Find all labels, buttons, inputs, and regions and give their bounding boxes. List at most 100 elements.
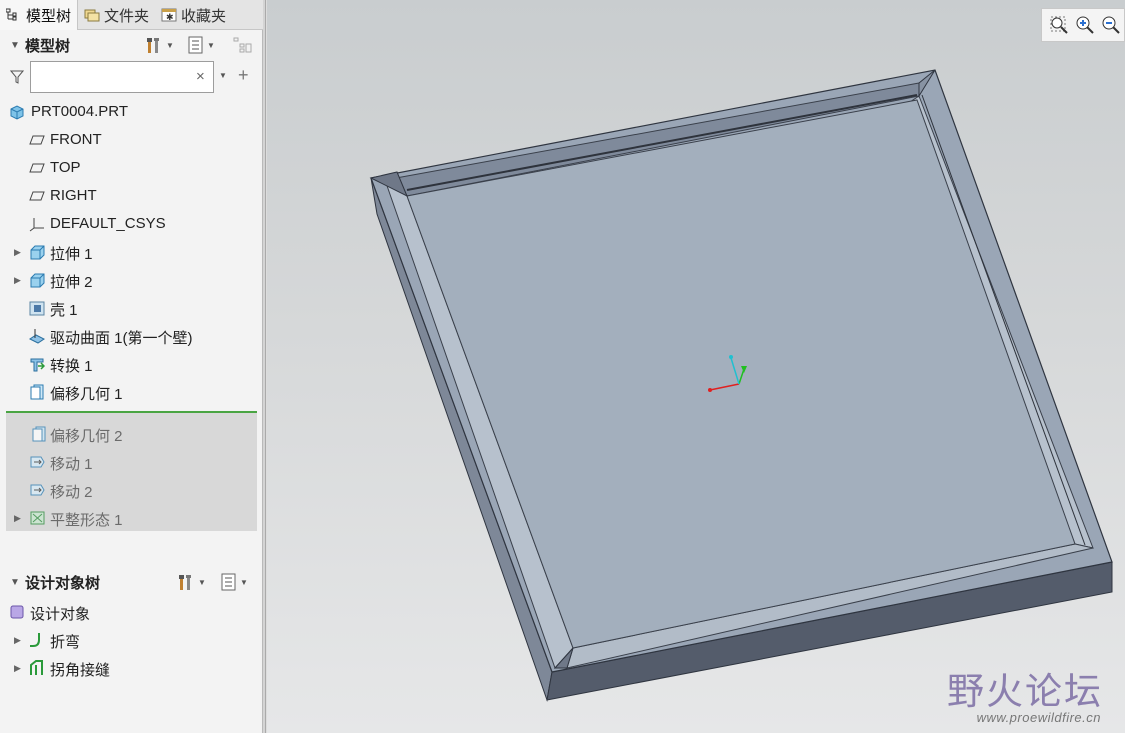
tree-item-label: 移动 1 — [50, 456, 93, 473]
chevron-down-icon[interactable]: ▼ — [219, 71, 227, 80]
corner-seam-icon — [30, 660, 43, 675]
tree-item-move-1[interactable]: 移动 1 — [0, 448, 263, 476]
chevron-down-icon: ▼ — [198, 577, 206, 587]
tree-item-offset-geometry-1[interactable]: 偏移几何 1 — [0, 378, 263, 406]
watermark-url: www.proewildfire.cn — [976, 710, 1101, 725]
model-tree-header: ▼ 模型树 ▼ ▼ — [0, 31, 263, 59]
view-toolbar — [1041, 8, 1125, 42]
forum-watermark: 野火论坛 www.proewildfire.cn — [933, 659, 1103, 725]
tab-favorites[interactable]: ✱ 收藏夹 — [155, 0, 232, 30]
move-icon — [30, 484, 45, 496]
design-tree-settings-button[interactable]: ▼ — [177, 573, 206, 591]
filter-icon[interactable] — [10, 69, 24, 85]
graphics-viewport[interactable]: 野火论坛 www.proewildfire.cn — [267, 0, 1125, 733]
bend-icon — [30, 633, 40, 647]
tree-item-top[interactable]: TOP — [0, 154, 263, 182]
tree-item-convert-1[interactable]: 转换 1 — [0, 350, 263, 378]
list-icon — [221, 573, 236, 591]
sheetmetal-part-model[interactable] — [267, 0, 1125, 733]
flat-state-icon — [30, 511, 45, 525]
part-icon — [10, 105, 24, 120]
tree-item-label: 移动 2 — [50, 484, 93, 501]
tree-item-flat-state-1[interactable]: ▶ 平整形态 1 — [0, 504, 263, 532]
tree-item-label: 转换 1 — [50, 358, 93, 375]
tab-model-tree[interactable]: 模型树 — [0, 0, 79, 30]
tree-item-label: 拉伸 2 — [50, 274, 93, 291]
design-tree-item-corner-seam[interactable]: ▶ 拐角接缝 — [0, 654, 263, 682]
design-tree-options-button[interactable]: ▼ — [221, 573, 248, 591]
clear-icon[interactable]: × — [196, 68, 205, 85]
design-tree-item-label: 拐角接缝 — [50, 662, 111, 679]
expand-icon[interactable]: ▶ — [14, 635, 21, 646]
tree-filter-row: × ▼ + — [0, 61, 263, 93]
tab-label: 模型树 — [26, 7, 72, 25]
tree-item-offset-geometry-2[interactable]: 偏移几何 2 — [0, 420, 263, 448]
tree-item-right[interactable]: RIGHT — [0, 182, 263, 210]
navigator-panel: 模型树 文件夹 ✱ 收藏夹 ▼ 模型树 ▼ ▼ × ▼ + PRT0004.PR… — [0, 0, 263, 733]
folder-icon — [84, 8, 100, 22]
tab-folder[interactable]: 文件夹 — [78, 0, 155, 30]
convert-icon — [30, 358, 45, 372]
tab-label: 收藏夹 — [181, 7, 227, 25]
tree-item-driving-surface-1[interactable]: 驱动曲面 1(第一个壁) — [0, 322, 263, 350]
tree-item-extrude-2[interactable]: ▶ 拉伸 2 — [0, 266, 263, 294]
tree-item-label: 平整形态 1 — [50, 512, 123, 529]
offset-geometry-icon — [32, 426, 46, 442]
expand-icon[interactable]: ▶ — [14, 275, 21, 286]
tree-item-label: TOP — [50, 159, 81, 176]
tree-item-label: 壳 1 — [50, 302, 78, 319]
zoom-in-icon[interactable] — [1074, 14, 1096, 36]
plus-icon[interactable]: + — [238, 65, 249, 86]
tree-item-extrude-1[interactable]: ▶ 拉伸 1 — [0, 238, 263, 266]
chevron-down-icon: ▼ — [240, 577, 248, 587]
chevron-down-icon: ▼ — [166, 40, 174, 50]
design-tree: 设计对象 ▶ 折弯 ▶ 拐角接缝 — [0, 598, 263, 682]
tree-search-input[interactable] — [30, 61, 214, 93]
design-tree-item-label: 折弯 — [50, 634, 81, 651]
expand-icon[interactable]: ▶ — [14, 513, 21, 524]
tree-root[interactable]: PRT0004.PRT — [0, 98, 263, 126]
move-icon — [30, 456, 45, 468]
design-tree-root[interactable]: 设计对象 — [0, 598, 263, 626]
model-tree-title: 模型树 — [25, 37, 71, 55]
tree-root-label: PRT0004.PRT — [31, 103, 128, 120]
tree-icon — [5, 8, 22, 22]
suppressed-tree: 偏移几何 2 移动 1 移动 2 ▶ 平整形态 1 — [0, 420, 263, 532]
design-object-icon — [10, 605, 24, 619]
svg-text:✱: ✱ — [166, 12, 174, 22]
tab-label: 文件夹 — [104, 7, 150, 25]
datum-plane-icon — [29, 163, 45, 173]
settings-tools-icon — [179, 575, 191, 590]
favorites-icon: ✱ — [161, 8, 177, 22]
tree-item-default-csys[interactable]: DEFAULT_CSYS — [0, 210, 263, 238]
chevron-down-icon: ▼ — [207, 40, 215, 50]
tree-columns-button[interactable] — [233, 36, 253, 54]
tree-columns-icon — [233, 37, 252, 53]
extrude-icon — [30, 245, 45, 260]
tree-item-label: FRONT — [50, 131, 102, 148]
tree-item-shell-1[interactable]: 壳 1 — [0, 294, 263, 322]
tree-item-label: RIGHT — [50, 187, 97, 204]
tree-item-label: DEFAULT_CSYS — [50, 215, 166, 232]
expand-icon[interactable]: ▶ — [14, 663, 21, 674]
collapse-icon[interactable]: ▼ — [10, 577, 20, 588]
tree-settings-button[interactable]: ▼ — [145, 36, 174, 54]
shell-icon — [29, 301, 45, 316]
navigator-tabs: 模型树 文件夹 ✱ 收藏夹 — [0, 0, 263, 30]
show-options-button[interactable]: ▼ — [188, 36, 215, 54]
collapse-icon[interactable]: ▼ — [10, 40, 20, 51]
design-tree-root-label: 设计对象 — [30, 606, 91, 623]
panel-splitter[interactable] — [263, 0, 266, 733]
zoom-out-icon[interactable] — [1100, 14, 1122, 36]
design-tree-item-bend[interactable]: ▶ 折弯 — [0, 626, 263, 654]
settings-tools-icon — [147, 38, 159, 53]
list-icon — [188, 36, 203, 54]
tree-item-move-2[interactable]: 移动 2 — [0, 476, 263, 504]
tree-item-front[interactable]: FRONT — [0, 126, 263, 154]
zoom-fit-icon[interactable] — [1048, 14, 1070, 36]
csys-icon — [29, 218, 44, 232]
design-tree-title: 设计对象树 — [25, 574, 101, 592]
datum-plane-icon — [29, 135, 45, 145]
datum-plane-icon — [29, 191, 45, 201]
expand-icon[interactable]: ▶ — [14, 247, 21, 258]
